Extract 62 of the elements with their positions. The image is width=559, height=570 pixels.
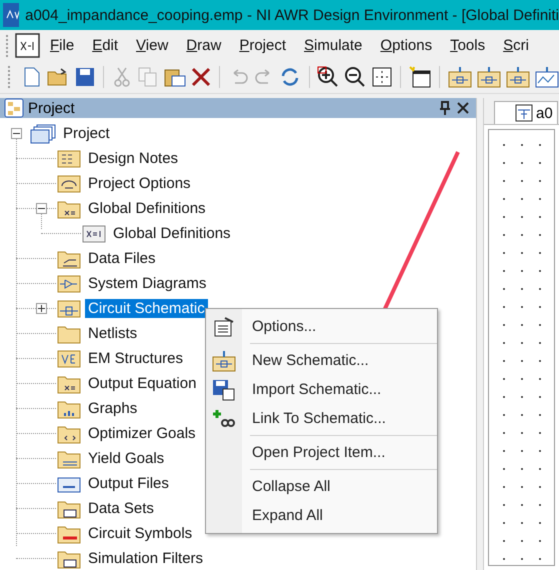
tree-item[interactable]: Project Options <box>85 174 194 193</box>
app-logo-icon <box>3 3 20 27</box>
menu-item[interactable]: File <box>41 37 84 54</box>
close-icon[interactable] <box>456 101 470 115</box>
tree-item[interactable]: Data Files <box>85 249 159 268</box>
yield-folder-icon <box>57 448 81 468</box>
schematic-icon <box>57 298 81 318</box>
tree-item[interactable]: Project <box>60 124 113 143</box>
tree-item[interactable]: Data Sets <box>85 499 157 518</box>
graphs-folder-icon <box>57 398 81 418</box>
tree-item[interactable]: Global Definitions <box>85 199 209 218</box>
schematic-icon <box>515 104 533 122</box>
equation-folder-icon <box>57 198 81 218</box>
import-icon <box>212 378 236 400</box>
link-icon <box>212 408 236 428</box>
tree-item[interactable]: Global Definitions <box>110 224 234 243</box>
tree-item[interactable]: Design Notes <box>85 149 182 168</box>
goals-folder-icon <box>57 424 81 444</box>
options-icon <box>57 174 81 194</box>
menu-item[interactable]: Options <box>371 37 442 54</box>
tree-item[interactable]: Graphs <box>85 399 140 418</box>
tree-item[interactable]: Netlists <box>85 324 140 343</box>
folder-icon <box>57 324 81 344</box>
menu-item[interactable]: Options... <box>206 312 437 341</box>
equation-icon[interactable] <box>15 32 41 58</box>
menu-item[interactable]: Tools <box>441 37 494 54</box>
equation-folder-icon <box>57 374 81 394</box>
tree-item[interactable]: Optimizer Goals <box>85 424 199 443</box>
tree-item[interactable]: Output Equation <box>85 374 200 393</box>
menu-item[interactable]: Import Schematic... <box>206 375 437 404</box>
options-icon <box>213 316 235 336</box>
tree-item[interactable]: Yield Goals <box>85 449 168 468</box>
menu-item[interactable]: Open Project Item... <box>206 438 437 467</box>
document-tab[interactable]: a0 <box>494 101 558 124</box>
menu-item[interactable]: Scri <box>494 37 538 54</box>
tree-item[interactable]: Simulation Filters <box>85 549 206 568</box>
em-structure-icon <box>57 348 81 368</box>
pin-icon[interactable] <box>438 101 452 115</box>
equation-icon <box>82 224 106 244</box>
menu-item[interactable]: Draw <box>177 37 230 54</box>
notes-icon <box>57 148 81 168</box>
panel-title: Project <box>28 100 76 116</box>
menu-item[interactable]: Collapse All <box>206 472 437 501</box>
tree-item[interactable]: EM Structures <box>85 349 186 368</box>
data-folder-icon <box>57 248 81 268</box>
schematic-icon <box>212 350 236 372</box>
tree-item[interactable]: Circuit Symbols <box>85 524 196 543</box>
window-title: a004_impandance_cooping.emp - NI AWR Design Environment - [Global Definiti <box>25 6 559 24</box>
data-sets-icon <box>57 498 81 518</box>
menu-item[interactable]: View <box>127 37 178 54</box>
menu-item[interactable]: Expand All <box>206 501 437 530</box>
tree-item[interactable]: System Diagrams <box>85 274 210 293</box>
tree-item[interactable]: Output Files <box>85 474 172 493</box>
menu-item[interactable]: Edit <box>83 37 128 54</box>
diagram-icon <box>57 274 81 294</box>
menu-item[interactable]: Link To Schematic... <box>206 404 437 433</box>
project-icon <box>30 124 56 144</box>
symbols-folder-icon <box>57 524 81 544</box>
menu-item[interactable]: Simulate <box>295 37 372 54</box>
tree-item[interactable]: Circuit Schematic <box>85 299 208 318</box>
menu-item[interactable]: Project <box>230 37 296 54</box>
menu-item[interactable]: New Schematic... <box>206 346 437 375</box>
